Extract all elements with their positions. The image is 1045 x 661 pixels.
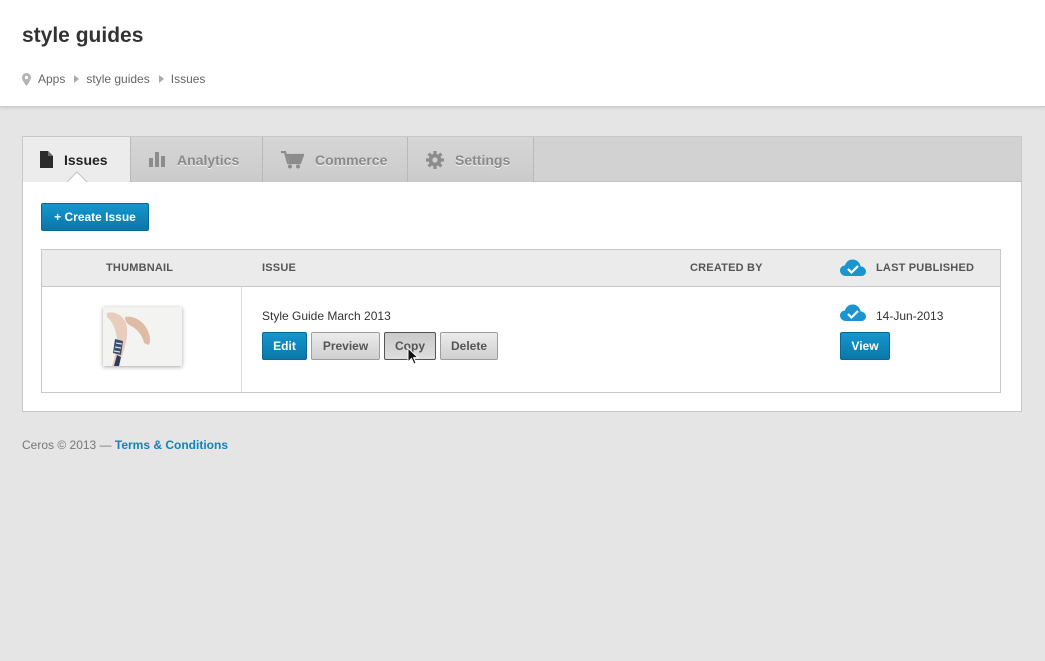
location-pin-icon — [22, 72, 31, 86]
page-header: style guides Apps style guides Issues — [0, 0, 1045, 107]
table-header: THUMBNAIL ISSUE CREATED BY LAST PUBLISHE… — [42, 250, 1000, 287]
view-button[interactable]: View — [840, 332, 890, 360]
issue-name: Style Guide March 2013 — [262, 309, 391, 323]
gear-icon — [426, 150, 444, 169]
bar-chart-icon — [149, 152, 166, 167]
column-header-issue: ISSUE — [262, 262, 297, 274]
column-header-created-by: CREATED BY — [690, 262, 763, 274]
document-icon — [40, 151, 53, 168]
tab-analytics-label: Analytics — [177, 151, 240, 168]
thumbnail-image — [103, 307, 182, 366]
terms-link[interactable]: Terms & Conditions — [115, 438, 228, 452]
tab-settings[interactable]: Settings — [408, 137, 534, 182]
tab-commerce-label: Commerce — [315, 151, 388, 168]
tab-settings-label: Settings — [455, 151, 511, 168]
tab-issues-label: Issues — [64, 151, 108, 168]
breadcrumb: Apps style guides Issues — [22, 72, 205, 86]
footer: Ceros © 2013 — Terms & Conditions — [22, 438, 228, 452]
breadcrumb-apps[interactable]: Apps — [38, 72, 65, 86]
preview-button[interactable]: Preview — [311, 332, 380, 360]
copyright-text: Ceros © 2013 — — [22, 438, 115, 452]
cloud-check-icon — [840, 304, 866, 321]
page-title: style guides — [22, 24, 144, 47]
tab-bar: Issues Analytics Commerce Settings — [23, 137, 1021, 183]
column-header-last-published: LAST PUBLISHED — [876, 262, 975, 274]
last-published-date: 14-Jun-2013 — [876, 309, 944, 323]
create-issue-button[interactable]: + Create Issue — [41, 203, 149, 231]
mouse-cursor-icon — [407, 347, 419, 365]
chevron-right-icon — [74, 75, 80, 83]
issues-table: THUMBNAIL ISSUE CREATED BY LAST PUBLISHE… — [41, 249, 1001, 393]
tab-commerce[interactable]: Commerce — [263, 137, 408, 182]
edit-button[interactable]: Edit — [262, 332, 307, 360]
column-header-thumbnail: THUMBNAIL — [106, 262, 174, 274]
issue-thumbnail[interactable] — [103, 307, 182, 366]
table-row: Style Guide March 2013 Edit Preview Copy… — [42, 287, 1000, 392]
thumbnail-cell — [42, 287, 242, 392]
breadcrumb-issues: Issues — [170, 72, 206, 86]
issues-panel: Issues Analytics Commerce Settings + Cre… — [22, 136, 1022, 412]
cart-icon — [281, 150, 304, 169]
tab-analytics[interactable]: Analytics — [131, 137, 263, 182]
chevron-right-icon — [158, 75, 164, 83]
cloud-check-icon — [840, 259, 866, 276]
breadcrumb-style-guides[interactable]: style guides — [86, 72, 149, 86]
active-tab-pointer — [66, 171, 88, 183]
delete-button[interactable]: Delete — [440, 332, 498, 360]
